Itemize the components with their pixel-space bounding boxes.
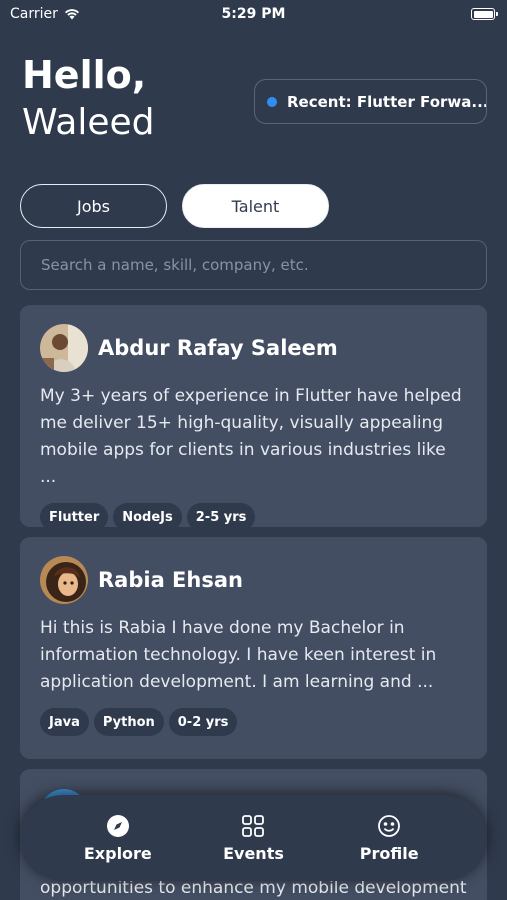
recent-dot-icon xyxy=(267,96,277,107)
profile-tags: Java Python 0-2 yrs xyxy=(40,708,467,736)
profile-bio: opportunities to enhance my mobile devel… xyxy=(40,878,467,898)
nav-label: Profile xyxy=(359,843,419,863)
greeting-username: Waleed xyxy=(22,102,155,143)
nav-label: Explore xyxy=(83,843,152,863)
profile-name: Abdur Rafay Saleem xyxy=(98,336,338,360)
greeting-hello: Hello, xyxy=(22,53,147,97)
profile-bio: My 3+ years of experience in Flutter hav… xyxy=(40,386,462,487)
recent-pill[interactable]: Recent: Flutter Forwa... xyxy=(254,79,487,124)
profile-name: Rabia Ehsan xyxy=(98,568,243,592)
skill-tag: NodeJs xyxy=(113,503,182,531)
profile-tags: Flutter NodeJs 2-5 yrs xyxy=(40,503,467,531)
tab-talent[interactable]: Talent xyxy=(182,184,329,228)
tab-bar: Jobs Talent xyxy=(20,184,329,228)
bottom-nav: Explore Events Profile xyxy=(20,795,487,881)
nav-item-explore[interactable]: Explore xyxy=(73,814,163,863)
grid-icon xyxy=(242,814,265,837)
profile-card[interactable]: Rabia Ehsan Hi this is Rabia I have done… xyxy=(20,537,487,759)
smiley-icon xyxy=(378,814,401,837)
search-box xyxy=(20,240,487,290)
nav-label: Events xyxy=(223,843,284,863)
greeting: Hello, Waleed xyxy=(22,52,155,148)
experience-tag: 0-2 yrs xyxy=(168,708,238,736)
recent-label: Recent: Flutter Forwa... xyxy=(287,92,487,111)
nav-item-profile[interactable]: Profile xyxy=(344,814,434,863)
status-bar: Carrier 5:29 PM xyxy=(0,0,507,30)
profile-bio: Hi this is Rabia I have done my Bachelor… xyxy=(40,618,437,692)
skill-tag: Java xyxy=(40,708,89,736)
status-time: 5:29 PM xyxy=(221,6,286,22)
nav-item-events[interactable]: Events xyxy=(208,814,298,863)
profile-card-header: Rabia Ehsan xyxy=(40,555,467,605)
profile-card[interactable]: Abdur Rafay Saleem My 3+ years of experi… xyxy=(20,305,487,531)
avatar xyxy=(40,556,88,604)
skill-tag: Flutter xyxy=(40,503,109,531)
profile-card-header: Abdur Rafay Saleem xyxy=(40,323,467,373)
search-input[interactable] xyxy=(41,256,486,274)
tab-jobs[interactable]: Jobs xyxy=(20,184,167,228)
skill-tag: Python xyxy=(93,708,164,736)
avatar xyxy=(40,324,88,372)
experience-tag: 2-5 yrs xyxy=(186,503,256,531)
compass-icon xyxy=(106,814,129,837)
battery-icon xyxy=(471,8,498,20)
